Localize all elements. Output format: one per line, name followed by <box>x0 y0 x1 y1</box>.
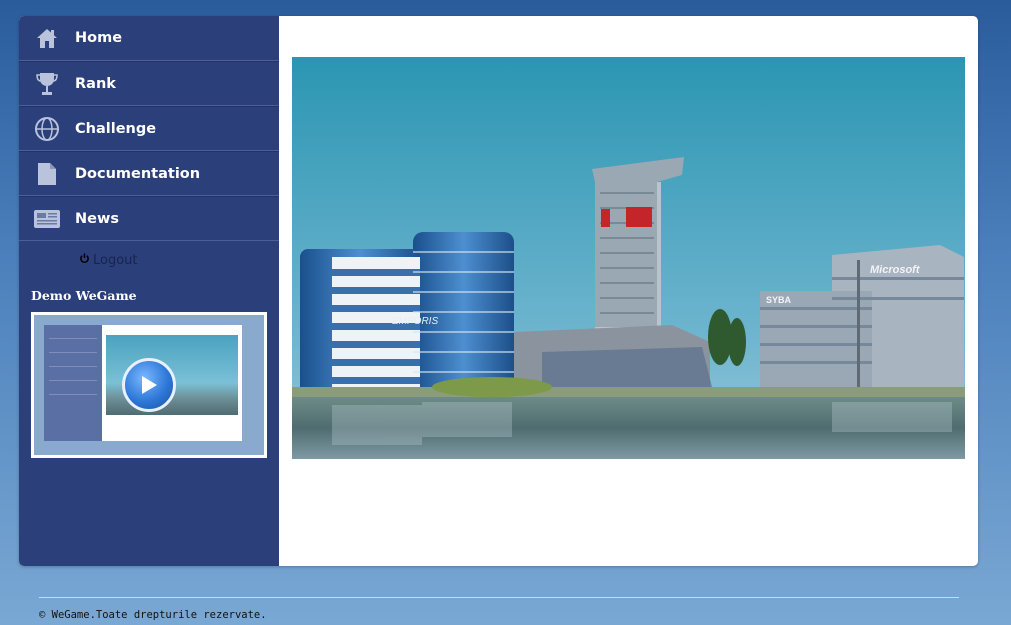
power-icon <box>79 249 90 268</box>
thumbnail-preview <box>34 315 264 455</box>
globe-icon <box>19 116 75 142</box>
app-frame: Home Rank Challenge Documentation News L… <box>19 16 978 566</box>
document-icon <box>19 161 75 187</box>
logout-label: Logout <box>93 253 138 268</box>
sidebar-item-label: Rank <box>75 75 116 92</box>
sidebar-item-label: News <box>75 210 119 227</box>
demo-video-thumbnail[interactable] <box>31 312 267 458</box>
newspaper-icon <box>19 208 75 230</box>
syba-logo-text: SYBA <box>766 295 792 305</box>
play-icon <box>122 358 176 412</box>
emporis-logo-text: EMPORIS <box>392 316 438 327</box>
sidebar-item-rank[interactable]: Rank <box>19 61 279 106</box>
home-icon <box>19 26 75 50</box>
demo-title: Demo WeGame <box>31 288 137 303</box>
sidebar-item-documentation[interactable]: Documentation <box>19 151 279 196</box>
sidebar-item-challenge[interactable]: Challenge <box>19 106 279 151</box>
sidebar-item-label: Home <box>75 30 123 46</box>
sidebar-item-news[interactable]: News <box>19 196 279 241</box>
logout-link[interactable]: Logout <box>79 249 138 268</box>
sidebar: Home Rank Challenge Documentation News L… <box>19 16 279 566</box>
trophy-icon <box>19 71 75 97</box>
footer-divider <box>39 597 959 598</box>
microsoft-logo-text: Microsoft <box>870 264 921 276</box>
thumbnail-sidebar <box>44 325 102 441</box>
sidebar-item-label: Documentation <box>75 165 201 182</box>
banner-photo: EMPORIS Microsoft SYBA <box>292 57 965 459</box>
sidebar-item-label: Challenge <box>75 120 157 137</box>
footer-copyright: © WeGame.Toate drepturile rezervate. <box>39 609 267 621</box>
sidebar-item-home[interactable]: Home <box>19 16 279 61</box>
